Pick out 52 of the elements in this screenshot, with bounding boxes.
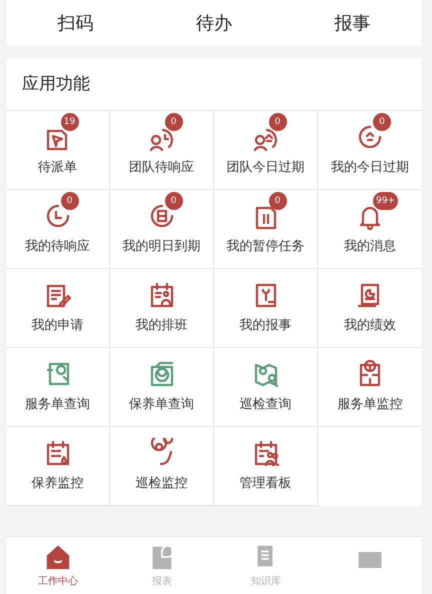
function-tile[interactable]: 0 我的暂停任务	[214, 190, 318, 268]
function-tile[interactable]: 0 我的待响应	[6, 190, 110, 268]
function-tile[interactable]: 0 我的今日过期	[318, 110, 422, 190]
function-label: 管理看板	[240, 474, 292, 493]
count-badge: 19	[60, 112, 78, 131]
function-tile[interactable]: 保养监控	[6, 426, 110, 506]
function-label: 我的明日到期	[122, 238, 200, 256]
function-label: 服务单查询	[25, 396, 90, 414]
function-label: 团队待响应	[129, 158, 194, 177]
count-badge: 0	[60, 192, 78, 210]
function-tile[interactable]: 巡检查询	[214, 348, 318, 426]
function-label: 团队今日过期	[226, 158, 304, 177]
function-tile[interactable]: 0 我的明日到期	[110, 190, 214, 268]
function-label: 我的报事	[240, 316, 292, 335]
function-tile[interactable]: 我的绩效	[318, 268, 422, 348]
function-tile[interactable]: 0 团队今日过期	[214, 110, 318, 190]
count-badge: 0	[373, 112, 391, 131]
function-label: 保养监控	[32, 474, 84, 493]
function-tile[interactable]: 巡检监控	[110, 426, 214, 506]
function-label: 巡检监控	[136, 474, 188, 493]
function-label: 我的申请	[32, 316, 84, 335]
function-label: 服务单监控	[338, 396, 402, 414]
function-label: 我的暂停任务	[226, 238, 304, 256]
function-label: 待派单	[38, 158, 77, 177]
home-icon	[44, 542, 72, 570]
function-tile[interactable]: 服务单查询	[6, 348, 110, 426]
function-label: 保养单查询	[129, 396, 194, 414]
function-tile[interactable]: 我的报事	[214, 268, 318, 348]
function-label: 我的排班	[136, 316, 188, 335]
quick-action-link[interactable]: 扫码	[57, 10, 94, 36]
function-tile[interactable]: 保养单查询	[110, 348, 214, 426]
count-badge: 0	[164, 112, 182, 131]
count-badge: 0	[164, 192, 182, 210]
function-tile[interactable]: 我的申请	[6, 268, 110, 348]
function-tile[interactable]: 19 待派单	[6, 110, 110, 190]
function-label: 我的今日过期	[331, 158, 409, 177]
function-tile[interactable]: 0 团队待响应	[110, 110, 214, 190]
function-tile[interactable]: 99+ 我的消息	[318, 190, 422, 268]
quick-action-link[interactable]: 待办	[196, 10, 232, 36]
function-label: 巡检查询	[240, 396, 292, 414]
function-tile[interactable]: 我的排班	[110, 268, 214, 348]
count-badge: 0	[268, 112, 286, 131]
quick-action-link[interactable]: 报事	[334, 10, 371, 36]
function-label: 我的绩效	[344, 316, 396, 335]
function-tile[interactable]: 服务单监控	[318, 348, 422, 426]
function-label: 我的待响应	[25, 238, 90, 256]
function-tile[interactable]: 管理看板	[214, 426, 318, 506]
tab-bar-item[interactable]: 工作中心	[6, 537, 110, 594]
count-badge: 99+	[373, 192, 398, 210]
count-badge: 0	[268, 192, 286, 210]
section-title: 应用功能	[21, 73, 91, 96]
function-label: 我的消息	[344, 238, 396, 256]
